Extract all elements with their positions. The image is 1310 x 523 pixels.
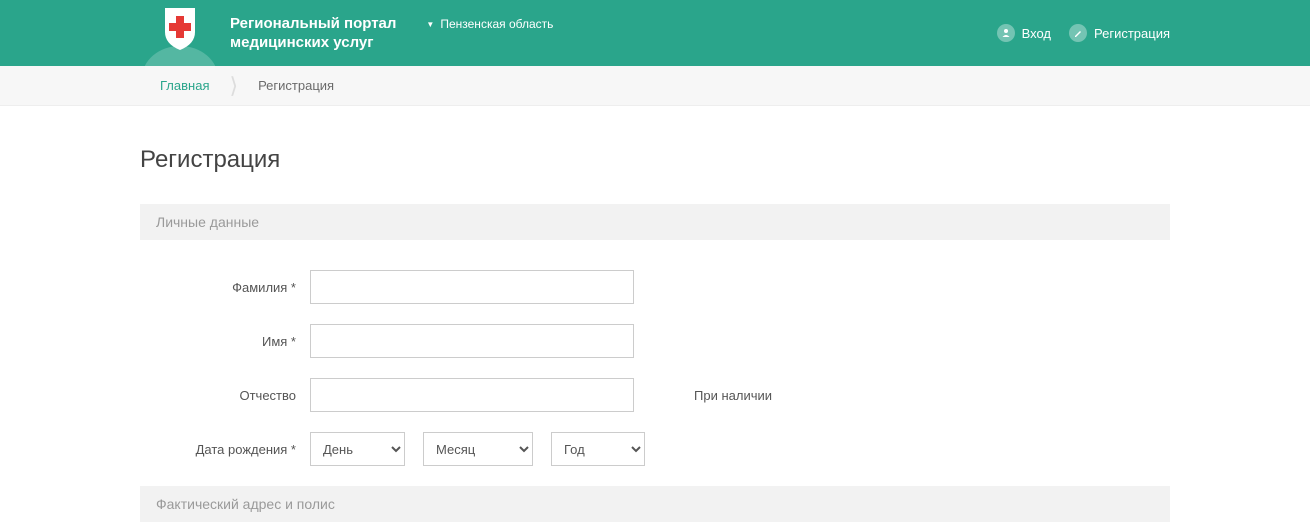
breadcrumb-separator-icon: ⟩ <box>229 66 238 105</box>
login-link[interactable]: Вход <box>997 24 1051 42</box>
site-title-line1: Региональный портал <box>230 14 396 34</box>
page-title: Регистрация <box>140 146 1170 174</box>
day-select[interactable]: День <box>310 432 405 466</box>
row-lastname: Фамилия * <box>140 270 1170 304</box>
region-label: Пензенская область <box>440 17 553 31</box>
row-firstname: Имя * <box>140 324 1170 358</box>
breadcrumb-home[interactable]: Главная <box>140 66 229 105</box>
birthdate-label: Дата рождения * <box>140 442 310 457</box>
top-bar: Региональный портал медицинских услуг ▼ … <box>0 0 1310 66</box>
site-title-line2: медицинских услуг <box>230 33 396 53</box>
year-select[interactable]: Год <box>551 432 645 466</box>
section-personal-data: Личные данные <box>140 204 1170 240</box>
register-link[interactable]: Регистрация <box>1069 24 1170 42</box>
user-icon <box>997 24 1015 42</box>
breadcrumb: Главная ⟩ Регистрация <box>0 66 1310 106</box>
site-title: Региональный портал медицинских услуг <box>230 14 396 53</box>
section-address-policy: Фактический адрес и полис <box>140 486 1170 522</box>
breadcrumb-current: Регистрация <box>238 66 354 105</box>
register-label: Регистрация <box>1094 26 1170 41</box>
logo-shield-icon <box>140 0 220 66</box>
row-birthdate: Дата рождения * День Месяц Год <box>140 432 1170 466</box>
month-select[interactable]: Месяц <box>423 432 533 466</box>
patronymic-hint: При наличии <box>694 388 772 403</box>
main-content: Регистрация Личные данные Фамилия * Имя … <box>140 106 1170 522</box>
row-patronymic: Отчество При наличии <box>140 378 1170 412</box>
pencil-icon <box>1069 24 1087 42</box>
lastname-label: Фамилия * <box>140 280 310 295</box>
login-label: Вход <box>1022 26 1051 41</box>
region-dropdown[interactable]: ▼ Пензенская область <box>426 17 553 31</box>
lastname-input[interactable] <box>310 270 634 304</box>
firstname-input[interactable] <box>310 324 634 358</box>
patronymic-input[interactable] <box>310 378 634 412</box>
patronymic-label: Отчество <box>140 388 310 403</box>
firstname-label: Имя * <box>140 334 310 349</box>
chevron-down-icon: ▼ <box>426 20 434 29</box>
